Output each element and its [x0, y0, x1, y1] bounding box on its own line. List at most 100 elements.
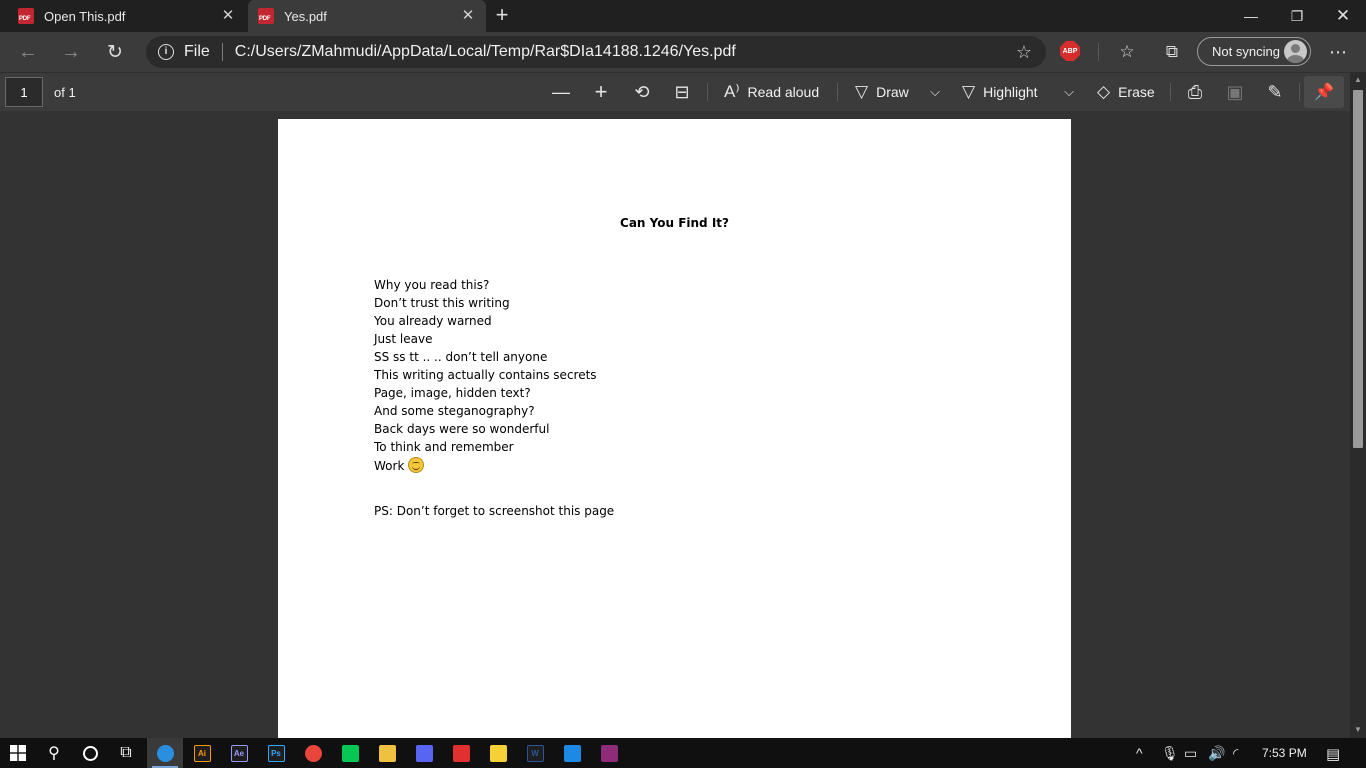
zoom-in-icon[interactable]: + [585, 76, 617, 108]
photoshop-icon: Ps [267, 744, 285, 762]
text-line: Don’t trust this writing [374, 296, 510, 310]
collections-icon[interactable]: ⧉ [1156, 36, 1188, 68]
highlighter-icon: ▽ [962, 82, 976, 101]
wifi-icon[interactable]: ◜ [1233, 745, 1238, 762]
print-icon[interactable]: ⎙ [1179, 76, 1211, 108]
refresh-button[interactable]: ↻ [99, 36, 131, 68]
edge-icon [156, 744, 174, 762]
draw-label: Draw [876, 84, 909, 100]
forward-button[interactable]: → [55, 36, 87, 68]
system-clock[interactable]: 7:53 PM [1262, 746, 1307, 760]
line-icon [341, 744, 359, 762]
highlight-label: Highlight [983, 84, 1038, 100]
title-bar: Open This.pdf ✕ Yes.pdf ✕ + — ❐ ✕ [0, 0, 1366, 32]
page-number-input[interactable]: 1 [5, 77, 43, 107]
text-line: Work [374, 459, 405, 473]
chevron-down-icon[interactable]: ⌵ [1053, 76, 1085, 108]
taskbar-app-line[interactable] [332, 738, 368, 768]
read-aloud-icon: A⁾ [724, 82, 740, 101]
highlight-button[interactable]: ▽ Highlight [962, 76, 1038, 108]
chevron-down-icon[interactable]: ⌵ [919, 76, 951, 108]
more-icon[interactable]: ⋯ [1322, 36, 1354, 68]
document-body: Why you read this? Don’t trust this writ… [374, 276, 597, 476]
adblock-plus-icon[interactable]: ABP [1060, 41, 1080, 61]
divider [1098, 43, 1099, 61]
url-text[interactable]: C:/Users/ZMahmudi/AppData/Local/Temp/Rar… [235, 43, 736, 61]
text-line: Why you read this? [374, 278, 490, 292]
winrar-icon [600, 744, 618, 762]
taskbar-app-discord[interactable] [406, 738, 442, 768]
abp-label: ABP [1062, 47, 1078, 55]
battery-icon[interactable]: ▭ [1184, 745, 1197, 762]
address-bar[interactable]: i File C:/Users/ZMahmudi/AppData/Local/T… [146, 36, 1046, 68]
illustrator-icon: Ai [193, 744, 211, 762]
page-count: of 1 [54, 85, 76, 100]
scroll-down-arrow-icon[interactable]: ▼ [1350, 722, 1366, 738]
erase-label: Erase [1118, 84, 1155, 100]
scroll-thumb[interactable] [1353, 90, 1363, 448]
profile-sync-button[interactable]: Not syncing [1197, 37, 1311, 66]
taskbar-app-photoshop[interactable]: Ps [258, 738, 294, 768]
microphone-icon[interactable]: 🎙 [1161, 745, 1179, 762]
rotate-icon[interactable]: ⟲ [626, 76, 658, 108]
scroll-up-arrow-icon[interactable]: ▲ [1350, 72, 1366, 88]
pdf-toolbar: 1 of 1 — + ⟲ ⊟ A⁾ Read aloud ▽ Draw ⌵ ▽ … [0, 72, 1366, 111]
text-line-work: Work [374, 456, 597, 476]
sticky-notes-icon [489, 744, 507, 762]
taskbar-app-winrar[interactable] [591, 738, 627, 768]
shark-icon [563, 744, 581, 762]
tab-open-this-pdf[interactable]: Open This.pdf ✕ [0, 0, 246, 32]
pdf-page: Can You Find It? Why you read this? Don’… [278, 119, 1071, 738]
favorites-icon[interactable]: ☆ [1111, 36, 1143, 68]
close-icon[interactable]: ✕ [220, 8, 236, 24]
close-icon[interactable]: ✕ [460, 8, 476, 24]
back-button[interactable]: ← [12, 36, 44, 68]
taskbar-app-after-effects[interactable]: Ae [221, 738, 257, 768]
taskbar-app-word[interactable]: W [517, 738, 553, 768]
postscript-text: PS: Don’t forget to screenshot this page [374, 504, 615, 518]
task-view-icon[interactable]: ⧉ [108, 738, 144, 768]
minimize-button[interactable]: — [1228, 0, 1274, 32]
taskbar-app-chrome[interactable] [295, 738, 331, 768]
divider [221, 43, 223, 61]
erase-button[interactable]: ◇ Erase [1097, 76, 1155, 108]
cortana-icon[interactable] [72, 738, 108, 768]
divider [707, 83, 708, 101]
taskbar-app-sticky-notes[interactable] [480, 738, 516, 768]
taskbar: ⚲ ⧉ Ai Ae Ps W ^ 🎙 ▭ 🔊 ◜ 7:53 PM ▤ [0, 738, 1366, 768]
taskbar-app-among-us[interactable] [443, 738, 479, 768]
draw-icon: ▽ [855, 82, 869, 101]
divider [1299, 83, 1300, 101]
chevron-up-icon[interactable]: ^ [1136, 745, 1143, 761]
taskbar-app-file-explorer[interactable] [369, 738, 405, 768]
new-tab-button[interactable]: + [490, 4, 514, 28]
restore-button[interactable]: ❐ [1274, 0, 1320, 32]
eraser-icon: ◇ [1097, 82, 1111, 101]
draw-button[interactable]: ▽ Draw [855, 76, 909, 108]
tab-yes-pdf[interactable]: Yes.pdf ✕ [248, 0, 486, 32]
after-effects-icon: Ae [230, 744, 248, 762]
start-button[interactable] [0, 738, 36, 768]
save-as-icon[interactable]: ✎ [1259, 76, 1291, 108]
pdf-file-icon [18, 8, 34, 24]
text-line: SS ss tt .. .. don’t tell anyone [374, 350, 548, 364]
search-icon[interactable]: ⚲ [36, 738, 72, 768]
notifications-icon[interactable]: ▤ [1326, 745, 1340, 763]
taskbar-app-edge[interactable] [147, 738, 183, 768]
pin-toolbar-icon[interactable]: 📌 [1304, 76, 1344, 108]
taskbar-app-shark[interactable] [554, 738, 590, 768]
zoom-out-icon[interactable]: — [545, 76, 577, 108]
taskbar-app-illustrator[interactable]: Ai [184, 738, 220, 768]
text-line: And some steganography? [374, 404, 535, 418]
read-aloud-button[interactable]: A⁾ Read aloud [724, 76, 819, 108]
text-line: Page, image, hidden text? [374, 386, 531, 400]
document-viewport[interactable]: Can You Find It? Why you read this? Don’… [0, 111, 1350, 738]
volume-icon[interactable]: 🔊 [1208, 745, 1225, 762]
favorite-star-icon[interactable]: ☆ [1016, 42, 1032, 63]
vertical-scrollbar[interactable]: ▲ ▼ [1350, 72, 1366, 738]
fit-page-icon[interactable]: ⊟ [666, 76, 698, 108]
close-window-button[interactable]: ✕ [1320, 0, 1366, 32]
sync-label: Not syncing [1212, 44, 1280, 59]
info-icon[interactable]: i [158, 44, 174, 60]
avatar [1284, 40, 1307, 63]
